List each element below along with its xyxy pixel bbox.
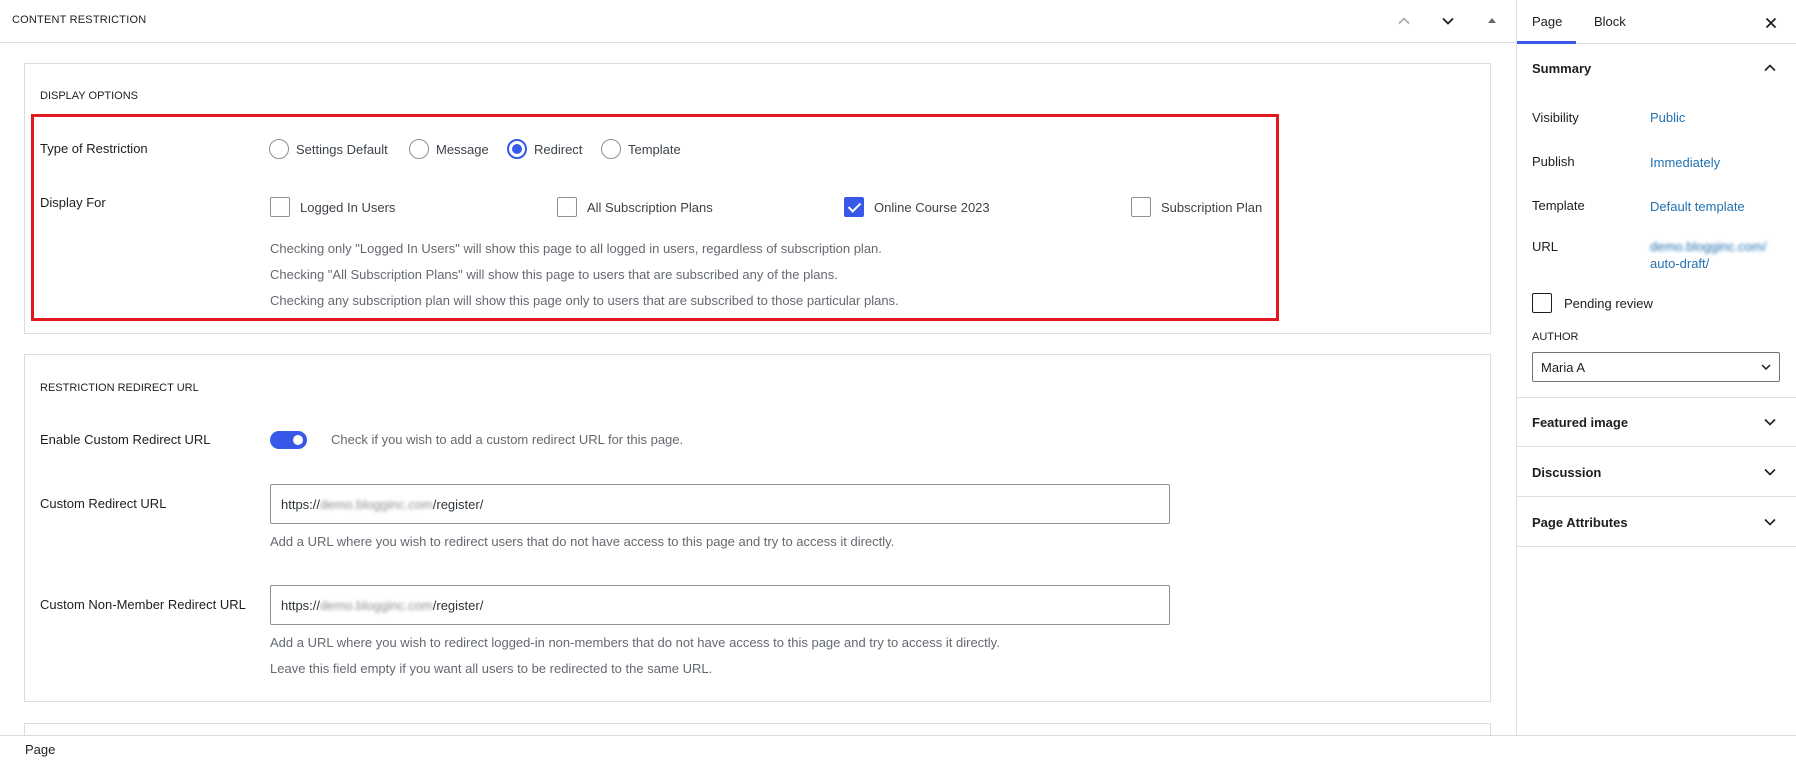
publish-label: Publish <box>1532 154 1575 169</box>
checkbox-box-checked <box>844 197 864 217</box>
pending-review-label: Pending review <box>1564 295 1653 311</box>
pending-review-checkbox[interactable]: Pending review <box>1532 293 1653 313</box>
page-attributes-title: Page Attributes <box>1532 515 1628 530</box>
editor-main: CONTENT RESTRICTION DISPLAY OPTIONS Type… <box>0 0 1516 735</box>
editor-footer: Page <box>0 735 1796 761</box>
display-for-help-2: Checking "All Subscription Plans" will s… <box>270 267 838 282</box>
checkbox-logged-in-users[interactable]: Logged In Users <box>270 197 395 217</box>
nonmember-redirect-url-label: Custom Non-Member Redirect URL <box>40 597 246 612</box>
enable-redirect-help: Check if you wish to add a custom redire… <box>331 432 684 447</box>
visibility-label: Visibility <box>1532 110 1579 125</box>
tab-page[interactable]: Page <box>1532 14 1562 29</box>
author-label: AUTHOR <box>1532 331 1579 343</box>
checkbox-all-subscription-plans[interactable]: All Subscription Plans <box>557 197 713 217</box>
chevron-down-icon <box>1764 518 1776 526</box>
nonmember-redirect-url-input[interactable]: https://demo.blogginc.com/register/ <box>270 585 1170 625</box>
checkbox-box <box>1131 197 1151 217</box>
enable-redirect-toggle[interactable] <box>270 431 307 449</box>
move-up-button[interactable] <box>1391 8 1417 34</box>
chevron-down-icon <box>1764 468 1776 476</box>
checkbox-subscription-plan[interactable]: Subscription Plan <box>1131 197 1262 217</box>
display-options-title: DISPLAY OPTIONS <box>40 90 139 102</box>
checkbox-box <box>270 197 290 217</box>
radio-label: Settings Default <box>296 141 388 157</box>
radio-indicator <box>269 139 289 159</box>
checkbox-label: All Subscription Plans <box>587 199 713 215</box>
restriction-type-label: Type of Restriction <box>40 141 148 156</box>
checkbox-online-course-2023[interactable]: Online Course 2023 <box>844 197 990 217</box>
move-down-button[interactable] <box>1435 8 1461 34</box>
enable-redirect-label: Enable Custom Redirect URL <box>40 432 211 447</box>
author-select[interactable]: Maria A <box>1532 352 1780 382</box>
toggle-panel-button[interactable] <box>1479 8 1505 34</box>
template-label: Template <box>1532 198 1585 213</box>
display-for-help-3: Checking any subscription plan will show… <box>270 293 899 308</box>
checkbox-label: Online Course 2023 <box>874 199 990 215</box>
url-prefix: https:// <box>281 597 321 613</box>
nonmember-redirect-url-help-2: Leave this field empty if you want all u… <box>270 661 713 676</box>
url-prefix: https:// <box>281 496 321 512</box>
chevron-up-icon <box>1764 64 1776 72</box>
template-link[interactable]: Default template <box>1650 199 1745 214</box>
checkbox-box <box>1532 293 1552 313</box>
chevron-down-icon <box>1761 364 1771 371</box>
display-for-help-1: Checking only "Logged In Users" will sho… <box>270 241 882 256</box>
checkbox-box <box>557 197 577 217</box>
visibility-link[interactable]: Public <box>1650 110 1685 125</box>
display-for-label: Display For <box>40 195 106 210</box>
close-icon <box>1765 17 1777 29</box>
chevron-up-icon <box>1398 17 1410 25</box>
url-path: /register/ <box>432 496 484 512</box>
next-card-edge <box>24 723 1491 735</box>
nonmember-redirect-url-help-1: Add a URL where you wish to redirect log… <box>270 635 1000 650</box>
url-domain-redacted: demo.blogginc.com <box>320 597 433 613</box>
metabox-header: CONTENT RESTRICTION <box>0 0 1516 43</box>
publish-link[interactable]: Immediately <box>1650 155 1720 170</box>
custom-redirect-url-help: Add a URL where you wish to redirect use… <box>270 534 895 549</box>
featured-image-panel-toggle[interactable]: Featured image <box>1517 398 1796 447</box>
discussion-title: Discussion <box>1532 465 1602 480</box>
discussion-panel-toggle[interactable]: Discussion <box>1517 448 1796 497</box>
metabox-title: CONTENT RESTRICTION <box>12 14 147 26</box>
summary-panel-toggle[interactable]: Summary <box>1517 44 1796 93</box>
url-path: /register/ <box>432 597 484 613</box>
custom-redirect-url-input[interactable]: https://demo.blogginc.com/register/ <box>270 484 1170 524</box>
radio-template[interactable]: Template <box>601 139 681 159</box>
radio-redirect[interactable]: Redirect <box>507 139 582 159</box>
custom-redirect-url-label: Custom Redirect URL <box>40 496 167 511</box>
radio-indicator-selected <box>507 139 527 159</box>
url-domain-redacted: demo.blogginc.com/ <box>1650 239 1767 254</box>
settings-sidebar: Page Block Summary Visibility Public Pub… <box>1516 0 1796 735</box>
triangle-up-icon <box>1488 18 1496 23</box>
redirect-title: RESTRICTION REDIRECT URL <box>40 382 199 394</box>
radio-indicator <box>409 139 429 159</box>
url-path: auto-draft/ <box>1650 256 1710 271</box>
url-label: URL <box>1532 239 1559 254</box>
radio-label: Redirect <box>534 141 583 157</box>
checkbox-label: Subscription Plan <box>1161 199 1263 215</box>
chevron-down-icon <box>1442 17 1454 25</box>
radio-indicator <box>601 139 621 159</box>
author-value: Maria A <box>1541 359 1586 375</box>
chevron-down-icon <box>1764 418 1776 426</box>
close-sidebar-button[interactable] <box>1760 12 1782 34</box>
tab-block[interactable]: Block <box>1594 14 1626 29</box>
page-attributes-panel-toggle[interactable]: Page Attributes <box>1517 498 1796 547</box>
radio-settings-default[interactable]: Settings Default <box>269 139 388 159</box>
summary-title: Summary <box>1532 61 1592 76</box>
sidebar-tabs: Page Block <box>1517 0 1796 44</box>
url-link[interactable]: demo.blogginc.com/ auto-draft/ <box>1650 238 1766 272</box>
radio-message[interactable]: Message <box>409 139 489 159</box>
checkbox-label: Logged In Users <box>300 199 396 215</box>
url-domain-redacted: demo.blogginc.com <box>320 496 433 512</box>
featured-image-title: Featured image <box>1532 415 1629 430</box>
radio-label: Template <box>628 141 681 157</box>
radio-label: Message <box>436 141 489 157</box>
breadcrumb-page[interactable]: Page <box>25 742 55 757</box>
